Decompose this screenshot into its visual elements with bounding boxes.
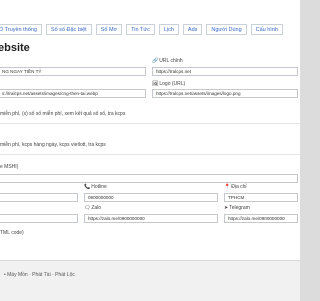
keywords-text[interactable]: miễn phí, kcps hàng ngày, kcps vietlott,… xyxy=(0,142,106,148)
divider xyxy=(0,123,300,124)
nav-item-so-mo[interactable]: Sổ Mơ xyxy=(95,23,123,35)
divider xyxy=(0,154,300,155)
zalo-label-text: Zalo xyxy=(91,205,102,211)
tax-input[interactable] xyxy=(0,174,298,183)
nav-item-tin-tuc[interactable]: Tin Tức xyxy=(126,23,155,35)
chat-icon: 🗨 xyxy=(84,205,91,211)
nav-item-truyen-thong[interactable]: Ổ Truyền thống xyxy=(0,23,42,35)
settings-page: Ổ Truyền thống Sổ số Đặc biệt Sổ Mơ Tin … xyxy=(0,0,300,301)
logo-url-input[interactable]: https://tralcps.net/assets/images/logo.p… xyxy=(152,89,298,98)
link-icon: 🔗 xyxy=(152,58,159,64)
html-code-label: TML code) xyxy=(0,230,24,236)
logo-label-text: Logo (URL) xyxy=(159,81,186,87)
telegram-label-text: Telegram xyxy=(229,205,250,211)
field-input[interactable] xyxy=(0,214,78,223)
hotline-label-text: Hotline xyxy=(91,184,107,190)
nav-item-dac-biet[interactable]: Sổ số Đặc biệt xyxy=(45,23,92,35)
image-icon: 🖼 xyxy=(152,81,159,87)
telegram-icon: ➤ xyxy=(224,205,229,211)
address-label: 📍Địa chỉ xyxy=(224,184,247,190)
breadcrumb: • Máy Mồn · Phát Tài · Phát Lộc xyxy=(4,272,75,278)
tax-label: e MSHI) xyxy=(0,164,19,170)
nav-item-cau-hinh[interactable]: Cấu hình xyxy=(250,23,283,35)
footer: • Máy Mồn · Phát Tài · Phát Lộc xyxy=(0,260,300,301)
logo-label: 🖼Logo (URL) xyxy=(152,81,185,87)
telegram-input[interactable]: https://zalo.me/0900000000 xyxy=(224,214,298,223)
telegram-label: ➤Telegram xyxy=(224,205,250,211)
hotline-label: 📞Hotline xyxy=(84,184,107,190)
hotline-input[interactable]: 0900000000 xyxy=(84,193,218,202)
description-text[interactable]: miễn phí, (x) số số miễn phí, xem kết qu… xyxy=(0,111,125,117)
top-nav: Ổ Truyền thống Sổ số Đặc biệt Sổ Mơ Tin … xyxy=(0,22,300,36)
nav-item-ads[interactable]: Ads xyxy=(182,23,203,35)
site-name-input[interactable]: NG NGAY TIỀN TỶ xyxy=(0,67,146,76)
zalo-label: 🗨Zalo xyxy=(84,205,101,211)
nav-item-lich[interactable]: Lịch xyxy=(158,23,179,35)
address-label-text: Địa chỉ xyxy=(231,184,247,190)
url-label: 🔗URL chính xyxy=(152,58,183,64)
page-title: ebsite xyxy=(0,42,30,54)
field-input[interactable] xyxy=(0,193,78,202)
zalo-input[interactable]: https://zalo.me/0900000000 xyxy=(84,214,218,223)
logo-path-input[interactable]: s://tralcps.net/assets/images/cng-then-t… xyxy=(0,89,146,98)
address-input[interactable]: TPHCM xyxy=(224,193,298,202)
url-input[interactable]: https://tralcps.net xyxy=(152,67,298,76)
location-icon: 📍 xyxy=(224,184,231,190)
nav-item-nguoi-dung[interactable]: Người Dùng xyxy=(206,23,247,35)
url-label-text: URL chính xyxy=(159,58,183,64)
phone-icon: 📞 xyxy=(84,184,91,190)
